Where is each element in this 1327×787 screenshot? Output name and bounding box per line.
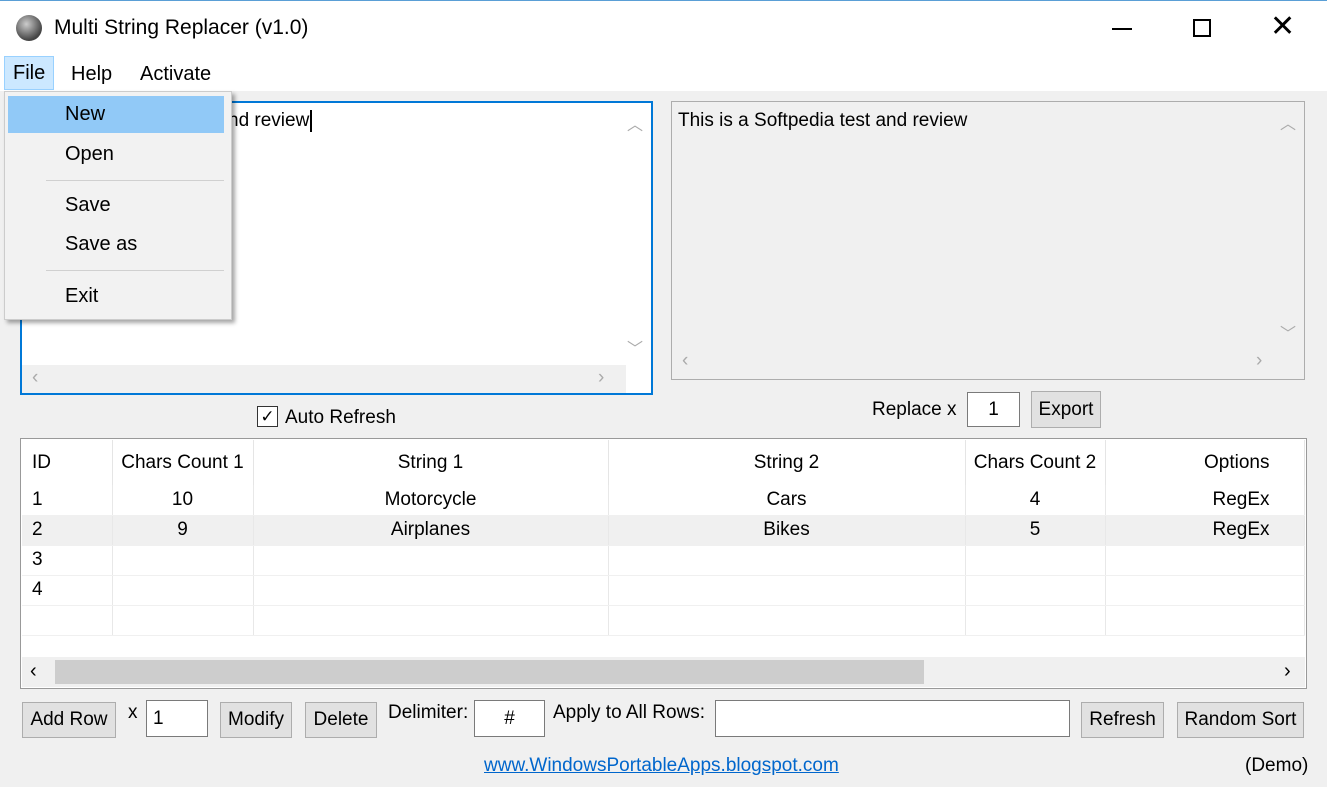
menu-bar: File Help Activate xyxy=(0,55,1327,91)
menu-item-open[interactable]: Open xyxy=(65,143,114,166)
input-text: nd review xyxy=(228,110,313,132)
refresh-button[interactable]: Refresh xyxy=(1081,702,1164,738)
scroll-left-icon[interactable]: ‹ xyxy=(30,660,37,683)
table-cell[interactable]: 9 xyxy=(112,515,254,546)
table-cell[interactable]: Airplanes xyxy=(253,515,609,546)
column-header[interactable]: Chars Count 2 xyxy=(965,440,1106,485)
table-cell[interactable] xyxy=(965,545,1106,576)
scroll-down-icon[interactable]: ﹀ xyxy=(1280,320,1296,344)
table-cell[interactable]: RegEx xyxy=(1105,485,1305,516)
scroll-up-icon[interactable]: ︿ xyxy=(1280,110,1296,134)
table-cell[interactable]: 1 xyxy=(22,485,113,516)
menu-item-exit[interactable]: Exit xyxy=(65,285,98,308)
table-cell[interactable] xyxy=(22,605,113,636)
demo-status: (Demo) xyxy=(1245,755,1309,776)
scroll-down-icon[interactable]: ﹀ xyxy=(627,335,643,359)
table-row[interactable]: 1 10 Motorcycle Cars 4 RegEx xyxy=(22,485,1305,516)
minimize-button[interactable] xyxy=(1112,28,1132,30)
table-cell[interactable]: Motorcycle xyxy=(253,485,609,516)
table-cell[interactable] xyxy=(965,605,1106,636)
close-button[interactable]: ✕ xyxy=(1270,9,1295,45)
table-cell[interactable] xyxy=(608,575,966,606)
hscrollbar[interactable] xyxy=(22,365,626,393)
export-button[interactable]: Export xyxy=(1031,391,1101,428)
apply-all-input[interactable] xyxy=(715,700,1070,737)
window-title: Multi String Replacer (v1.0) xyxy=(54,16,309,39)
table-cell[interactable] xyxy=(253,605,609,636)
table-cell[interactable]: 4 xyxy=(22,575,113,606)
grid-hscrollbar[interactable]: ‹ › xyxy=(22,657,1305,687)
table-row[interactable]: 3 xyxy=(22,545,1305,576)
table-cell[interactable]: 10 xyxy=(112,485,254,516)
table-cell[interactable]: 2 xyxy=(22,515,113,546)
table-cell[interactable] xyxy=(253,545,609,576)
rows-table: ID Chars Count 1 String 1 String 2 Chars Cou… xyxy=(22,440,1305,636)
menu-item-save-as[interactable]: Save as xyxy=(65,233,137,256)
delimiter-input[interactable]: # xyxy=(474,700,545,737)
column-header[interactable]: String 1 xyxy=(253,440,609,485)
table-cell[interactable]: 4 xyxy=(965,485,1106,516)
scroll-right-icon[interactable]: › xyxy=(1284,660,1291,683)
table-cell[interactable] xyxy=(112,545,254,576)
scroll-right-icon[interactable]: › xyxy=(598,367,604,389)
scroll-up-icon[interactable]: ︿ xyxy=(627,111,643,135)
app-icon xyxy=(16,15,42,41)
column-header[interactable]: Chars Count 1 xyxy=(112,440,254,485)
apply-label: Apply to All Rows: xyxy=(553,702,706,723)
modify-button[interactable]: Modify xyxy=(220,702,292,738)
table-cell[interactable] xyxy=(253,575,609,606)
scroll-right-icon[interactable]: › xyxy=(1256,350,1262,372)
auto-refresh-checkbox[interactable]: ✓ xyxy=(257,406,278,427)
output-text: This is a Softpedia test and review xyxy=(678,110,968,131)
table-cell[interactable] xyxy=(112,575,254,606)
scroll-left-icon[interactable]: ‹ xyxy=(682,350,688,372)
x-label: x xyxy=(128,702,138,723)
auto-refresh-label: Auto Refresh xyxy=(285,407,396,428)
replace-count-input[interactable]: 1 xyxy=(967,392,1020,427)
output-textarea[interactable]: This is a Softpedia test and review ︿ ﹀ … xyxy=(671,101,1305,380)
table-cell[interactable] xyxy=(1105,605,1305,636)
table-cell[interactable] xyxy=(1105,575,1305,606)
menu-item-new[interactable]: New xyxy=(65,103,105,126)
replace-label: Replace x xyxy=(872,399,957,420)
row-count-input[interactable]: 1 xyxy=(146,700,208,737)
column-header[interactable]: ID xyxy=(22,440,113,485)
scroll-left-icon[interactable]: ‹ xyxy=(32,367,38,389)
menu-separator xyxy=(46,270,224,271)
table-cell[interactable] xyxy=(608,605,966,636)
menu-item-save[interactable]: Save xyxy=(65,194,111,217)
website-link[interactable]: www.WindowsPortableApps.blogspot.com xyxy=(484,755,839,777)
table-cell[interactable] xyxy=(1105,545,1305,576)
maximize-button[interactable] xyxy=(1193,19,1211,37)
table-cell[interactable] xyxy=(112,605,254,636)
table-row[interactable] xyxy=(22,605,1305,636)
title-bar: Multi String Replacer (v1.0) ✕ xyxy=(0,0,1327,55)
delimiter-label: Delimiter: xyxy=(388,702,469,723)
table-cell[interactable]: RegEx xyxy=(1105,515,1305,546)
menu-file[interactable]: File xyxy=(4,56,55,90)
table-row[interactable]: 4 xyxy=(22,575,1305,606)
table-cell[interactable] xyxy=(608,545,966,576)
table-row[interactable]: 2 9 Airplanes Bikes 5 RegEx xyxy=(22,515,1305,546)
menu-activate[interactable]: Activate xyxy=(132,58,219,90)
table-cell[interactable]: 5 xyxy=(965,515,1106,546)
delete-button[interactable]: Delete xyxy=(305,702,377,738)
menu-separator xyxy=(46,180,224,181)
add-row-button[interactable]: Add Row xyxy=(22,702,116,738)
table-cell[interactable]: Bikes xyxy=(608,515,966,546)
menu-help[interactable]: Help xyxy=(63,58,120,90)
table-cell[interactable]: Cars xyxy=(608,485,966,516)
file-dropdown-menu: New Open Save Save as Exit xyxy=(4,91,232,320)
table-cell[interactable]: 3 xyxy=(22,545,113,576)
random-sort-button[interactable]: Random Sort xyxy=(1177,702,1304,738)
column-header[interactable]: String 2 xyxy=(608,440,966,485)
scrollbar-thumb[interactable] xyxy=(55,660,924,684)
column-header[interactable]: Options xyxy=(1105,440,1305,485)
table-cell[interactable] xyxy=(965,575,1106,606)
menu-item-new-highlight[interactable] xyxy=(8,96,224,133)
